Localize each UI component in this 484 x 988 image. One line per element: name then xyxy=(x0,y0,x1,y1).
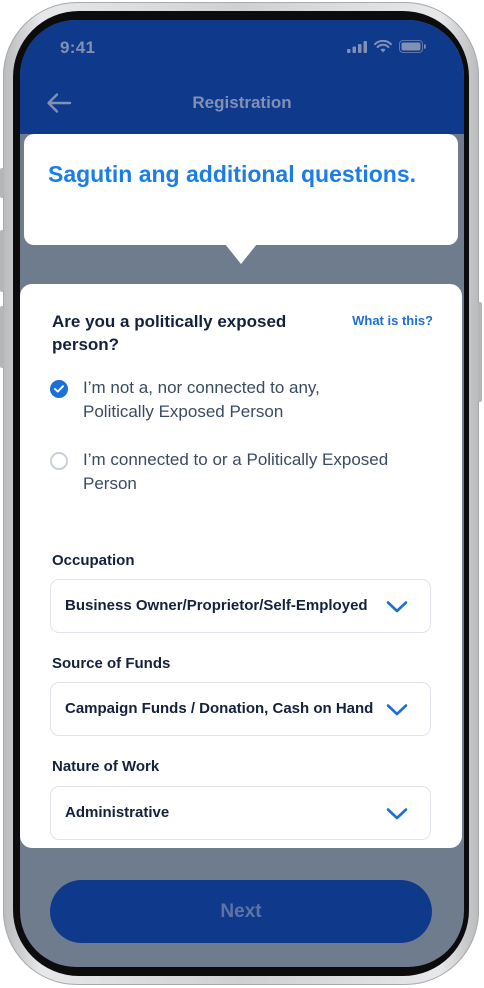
status-time: 9:41 xyxy=(60,38,96,57)
app-header: 9:41 Registration xyxy=(20,20,464,134)
hint-text: Sagutin ang additional questions. xyxy=(48,161,417,187)
nature-of-work-label: Nature of Work xyxy=(52,758,160,775)
source-of-funds-label: Source of Funds xyxy=(52,655,171,672)
question-card: Are you a politically exposed person? Wh… xyxy=(20,284,462,848)
hint-bubble-pointer xyxy=(225,244,257,264)
occupation-select[interactable]: Business Owner/Proprietor/Self-Employed xyxy=(50,579,431,633)
radio-checked-icon[interactable] xyxy=(50,380,68,398)
battery-icon xyxy=(399,40,426,53)
hint-bubble: Sagutin ang additional questions. xyxy=(24,134,458,245)
what-is-this-link[interactable]: What is this? xyxy=(352,313,433,328)
next-button-label: Next xyxy=(220,901,262,922)
occupation-label: Occupation xyxy=(52,552,135,569)
nature-of-work-select[interactable]: Administrative xyxy=(50,786,431,840)
pep-option-not-connected[interactable]: I’m not a, nor connected to any, Politic… xyxy=(50,376,393,424)
occupation-value: Business Owner/Proprietor/Self-Employed xyxy=(65,597,368,614)
next-button[interactable]: Next xyxy=(50,880,432,943)
side-button-left-2 xyxy=(0,230,4,292)
pep-option-connected[interactable]: I’m connected to or a Politically Expose… xyxy=(50,448,393,496)
chevron-down-icon xyxy=(386,601,408,613)
side-button-left-1 xyxy=(0,168,4,198)
page-title: Registration xyxy=(192,93,292,112)
status-icons xyxy=(347,40,426,53)
nature-of-work-value: Administrative xyxy=(65,804,170,821)
radio-unchecked-icon[interactable] xyxy=(50,452,68,470)
signal-icon xyxy=(347,40,367,53)
source-of-funds-select[interactable]: Campaign Funds / Donation, Cash on Hand xyxy=(50,682,431,736)
pep-question-title: Are you a politically exposed person? xyxy=(52,312,287,354)
side-button-right xyxy=(478,302,482,402)
source-of-funds-value: Campaign Funds / Donation, Cash on Hand xyxy=(65,700,374,717)
wifi-icon xyxy=(374,40,392,53)
chevron-down-icon xyxy=(386,808,408,820)
app-screen: 9:41 Registration Sagutin ang additional… xyxy=(20,20,464,967)
option-label: I’m not a, nor connected to any, Politic… xyxy=(83,378,320,421)
side-button-left-3 xyxy=(0,306,4,368)
chevron-down-icon xyxy=(386,704,408,716)
option-label: I’m connected to or a Politically Expose… xyxy=(83,450,389,493)
